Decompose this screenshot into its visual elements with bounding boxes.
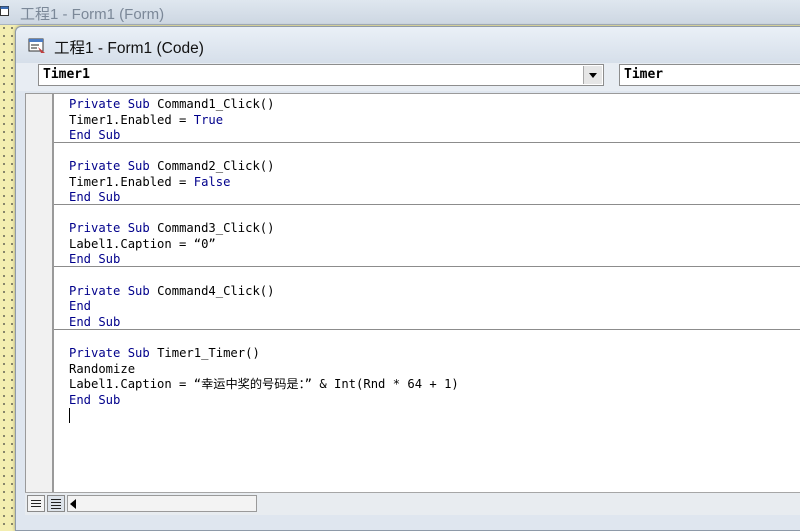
- code-text: Timer1.Enabled =: [69, 174, 194, 189]
- code-line[interactable]: Private Sub Command2_Click(): [69, 159, 274, 175]
- keyword: End: [69, 299, 92, 314]
- code-window-titlebar[interactable]: 工程1 - Form1 (Code): [16, 27, 800, 63]
- keyword: End Sub: [69, 190, 121, 205]
- code-text: Command3_Click(): [157, 221, 275, 235]
- code-text: Label1.Caption = “幸运中奖的号码是：” & Int(Rnd *…: [69, 377, 459, 392]
- scroll-left-arrow-icon[interactable]: [70, 499, 76, 509]
- code-text: Label1.Caption = “0”: [69, 236, 216, 251]
- code-line[interactable]: Private Sub Timer1_Timer(): [69, 346, 260, 362]
- code-text: Timer1_Timer(): [157, 346, 260, 360]
- chevron-down-icon[interactable]: [583, 66, 602, 84]
- code-window-title: 工程1 - Form1 (Code): [54, 40, 204, 57]
- form-window-title: 工程1 - Form1 (Form): [20, 6, 165, 23]
- code-line[interactable]: Timer1.Enabled = True: [69, 113, 223, 129]
- code-line[interactable]: Private Sub Command1_Click(): [69, 97, 274, 113]
- keyword: True: [193, 112, 224, 127]
- code-text: Timer1.Enabled =: [69, 112, 194, 127]
- margin-indicator-bar[interactable]: [26, 94, 54, 493]
- object-combo[interactable]: Timer1: [38, 64, 604, 86]
- keyword: End Sub: [69, 252, 121, 267]
- horizontal-scrollbar[interactable]: [67, 495, 257, 512]
- keyword: Private Sub: [69, 283, 158, 298]
- keyword: Private Sub: [69, 221, 158, 235]
- code-window: 工程1 - Form1 (Code) Timer1 Timer Private …: [15, 26, 800, 531]
- keyword: Private Sub: [69, 346, 158, 360]
- code-text: Command4_Click(): [157, 283, 275, 298]
- keyword: Private Sub: [69, 159, 158, 173]
- keyword: End Sub: [69, 128, 121, 143]
- object-combo-value: Timer1: [43, 67, 90, 82]
- horizontal-scrollbar-area: [25, 492, 800, 515]
- code-text: Randomize: [69, 361, 136, 376]
- keyword: Private Sub: [69, 97, 158, 111]
- code-line[interactable]: Randomize: [69, 362, 135, 378]
- code-line[interactable]: End Sub: [69, 315, 120, 331]
- code-text: Command2_Click(): [157, 159, 275, 173]
- combo-bar: Timer1 Timer: [16, 63, 800, 91]
- code-editor[interactable]: Private Sub Command1_Click() Timer1.Enab…: [25, 93, 800, 493]
- code-line[interactable]: End Sub: [69, 128, 120, 144]
- code-line[interactable]: End: [69, 299, 91, 315]
- code-line[interactable]: Private Sub Command4_Click(): [69, 284, 274, 300]
- code-line[interactable]: End Sub: [69, 190, 120, 206]
- code-line[interactable]: Timer1.Enabled = False: [69, 175, 230, 191]
- full-module-view-button[interactable]: [47, 495, 65, 512]
- keyword: False: [193, 174, 231, 189]
- code-window-icon: [28, 38, 45, 53]
- code-text: Command1_Click(): [157, 97, 275, 111]
- keyword: End Sub: [69, 392, 121, 407]
- procedure-view-button[interactable]: [27, 495, 45, 512]
- code-line[interactable]: Label1.Caption = “幸运中奖的号码是：” & Int(Rnd *…: [69, 377, 459, 393]
- procedure-combo[interactable]: Timer: [619, 64, 800, 86]
- form-window-icon: [0, 6, 9, 16]
- code-line[interactable]: End Sub: [69, 393, 120, 409]
- code-line[interactable]: Private Sub Command3_Click(): [69, 221, 274, 237]
- procedure-combo-value: Timer: [624, 67, 664, 82]
- text-cursor: [69, 408, 70, 423]
- form-window-titlebar[interactable]: 工程1 - Form1 (Form): [0, 0, 800, 25]
- code-line[interactable]: Label1.Caption = “0”: [69, 237, 216, 253]
- code-line[interactable]: End Sub: [69, 252, 120, 268]
- keyword: End Sub: [69, 314, 121, 329]
